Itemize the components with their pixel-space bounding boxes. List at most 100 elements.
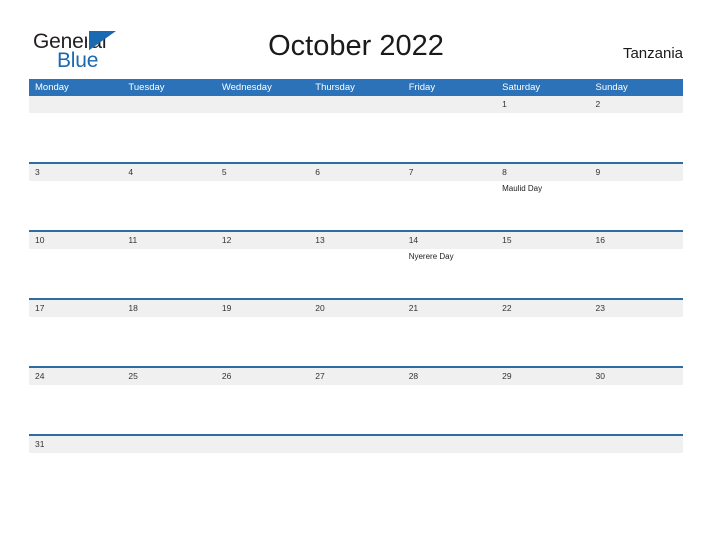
calendar-week-row: 3 4 5 6 7 8 9 Maulid Day [29,164,683,232]
calendar-week-row: 12 [29,96,683,164]
day-number-19[interactable]: 19 [216,300,309,317]
day-number-empty [403,96,496,113]
day-cell-body [29,385,122,434]
day-cell-body [309,249,402,298]
day-number-3[interactable]: 3 [29,164,122,181]
day-number-7[interactable]: 7 [403,164,496,181]
day-cell-body [496,113,589,162]
day-cell-body [590,317,683,366]
page-title: October 2022 [268,30,444,62]
day-number-26[interactable]: 26 [216,368,309,385]
day-number-empty [309,96,402,113]
calendar-week-row: 10 11 12 13 14 15 16 Nyerere Day [29,232,683,300]
day-number-9[interactable]: 9 [590,164,683,181]
weekday-header-row: Monday Tuesday Wednesday Thursday Friday Satu… [29,79,683,96]
weekday-header-wednesday: Wednesday [221,82,272,93]
day-cell-body [590,113,683,162]
week-date-band: 12 [29,96,683,113]
week-date-band: 24 25 26 27 28 29 30 [29,368,683,385]
day-cell-body [122,385,215,434]
day-number-empty [590,436,683,453]
day-cell-body [590,385,683,434]
day-number-empty [29,96,122,113]
week-event-band: Nyerere Day [29,249,683,298]
country-label: Tanzania [622,45,683,62]
day-cell-body [309,181,402,230]
day-cell-body [122,249,215,298]
day-cell-body [496,317,589,366]
day-cell-body [309,317,402,366]
day-cell-body: Nyerere Day [403,249,496,298]
holiday-label: Nyerere Day [408,252,454,261]
day-number-6[interactable]: 6 [309,164,402,181]
day-number-empty [403,436,496,453]
day-cell-body [29,181,122,230]
week-date-band: 31 [29,436,683,453]
day-cell-body [590,181,683,230]
day-cell-body [403,113,496,162]
week-date-band: 17 18 19 20 21 22 23 [29,300,683,317]
weekday-header-sunday: Sunday [595,82,628,93]
day-number-empty [309,436,402,453]
day-number-1[interactable]: 1 [496,96,589,113]
day-number-12[interactable]: 12 [216,232,309,249]
day-number-15[interactable]: 15 [496,232,589,249]
day-number-8[interactable]: 8 [496,164,589,181]
day-cell-body [309,113,402,162]
day-cell-body [403,181,496,230]
page-header: General Blue October 2022 Tanzania [0,0,712,79]
day-cell-body [403,317,496,366]
day-cell-body [29,113,122,162]
day-number-5[interactable]: 5 [216,164,309,181]
day-cell-body [403,385,496,434]
week-date-band: 10 11 12 13 14 15 16 [29,232,683,249]
day-number-14[interactable]: 14 [403,232,496,249]
day-number-4[interactable]: 4 [122,164,215,181]
day-cell-body [216,385,309,434]
day-cell-body [122,113,215,162]
day-cell-body [216,181,309,230]
week-event-band [29,113,683,162]
weekday-header-thursday: Thursday [315,82,355,93]
day-cell-body [29,317,122,366]
day-cell-body: Maulid Day [496,181,589,230]
weekday-header-friday: Friday [408,82,436,93]
day-number-24[interactable]: 24 [29,368,122,385]
day-number-20[interactable]: 20 [309,300,402,317]
day-number-16[interactable]: 16 [590,232,683,249]
day-number-empty [122,436,215,453]
day-cell-body [122,317,215,366]
week-date-band: 3456789 [29,164,683,181]
calendar-week-row: 31 [29,436,683,453]
day-number-10[interactable]: 10 [29,232,122,249]
day-number-empty [216,436,309,453]
day-cell-body [29,249,122,298]
calendar-page: General Blue October 2022 Tanzania Monda… [0,0,712,550]
day-number-21[interactable]: 21 [403,300,496,317]
day-cell-body [496,249,589,298]
day-number-11[interactable]: 11 [122,232,215,249]
week-event-band: Maulid Day [29,181,683,230]
day-number-17[interactable]: 17 [29,300,122,317]
day-number-27[interactable]: 27 [309,368,402,385]
day-number-29[interactable]: 29 [496,368,589,385]
day-number-23[interactable]: 23 [590,300,683,317]
calendar-grid: Monday Tuesday Wednesday Thursday Friday Satu… [29,79,683,453]
day-number-18[interactable]: 18 [122,300,215,317]
day-number-2[interactable]: 2 [590,96,683,113]
day-cell-body [122,181,215,230]
weekday-header-tuesday: Tuesday [128,82,165,93]
weekday-header-saturday: Saturday [502,82,541,93]
day-number-22[interactable]: 22 [496,300,589,317]
day-number-30[interactable]: 30 [590,368,683,385]
day-number-25[interactable]: 25 [122,368,215,385]
week-event-band [29,317,683,366]
day-number-13[interactable]: 13 [309,232,402,249]
day-cell-body [496,385,589,434]
day-cell-body [216,249,309,298]
day-number-31[interactable]: 31 [29,436,122,453]
day-number-28[interactable]: 28 [403,368,496,385]
day-cell-body [216,113,309,162]
calendar-week-row: 24 25 26 27 28 29 30 [29,368,683,436]
day-cell-body [590,249,683,298]
